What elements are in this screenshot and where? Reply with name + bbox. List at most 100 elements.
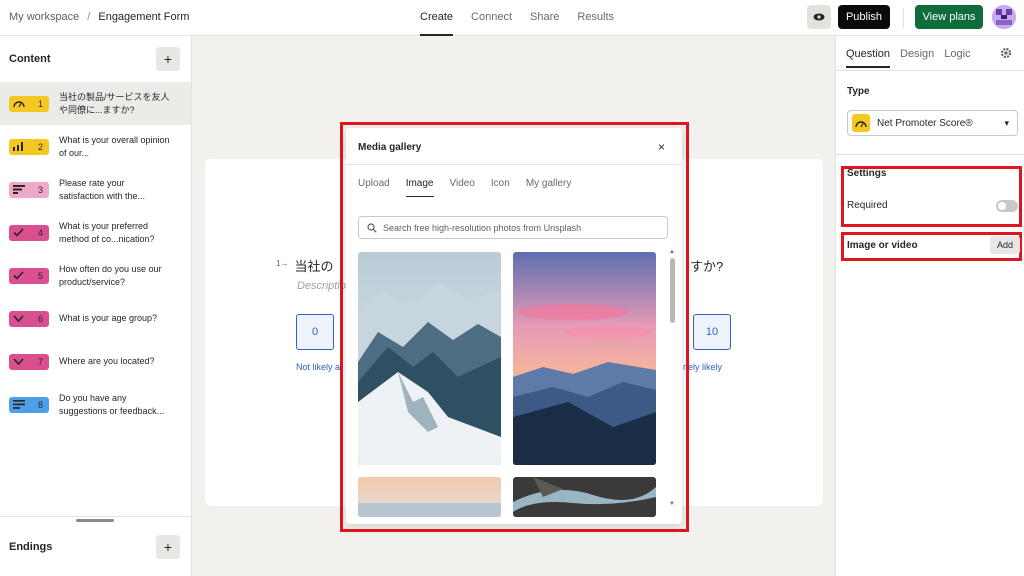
sidebar-item-3[interactable]: 3 Please rate your satisfaction with the…	[0, 168, 191, 211]
question-type-badge: 7	[9, 353, 49, 370]
nps-option-0[interactable]: 0	[296, 314, 334, 350]
add-question-button[interactable]: +	[156, 47, 180, 71]
endings-section: Endings +	[0, 516, 191, 576]
question-type-badge: 1	[9, 95, 49, 112]
question-label: 当社の製品/サービスを友人や同僚に...ますか?	[59, 91, 170, 115]
check-icon	[13, 271, 24, 280]
tab-create[interactable]: Create	[420, 0, 454, 36]
settings-panel: Question Design Logic Type Net Promoter …	[835, 36, 1024, 576]
question-title[interactable]: 1→ 当社の	[276, 256, 333, 275]
question-number: 1	[37, 98, 43, 109]
publish-button[interactable]: Publish	[838, 5, 890, 29]
modal-divider	[346, 164, 682, 165]
chevron-down-icon	[13, 358, 24, 366]
check-icon	[13, 228, 24, 237]
question-type-badge: 5	[9, 267, 49, 284]
preview-button[interactable]	[807, 5, 831, 29]
scroll-up-icon[interactable]: ▲	[669, 249, 675, 255]
tab-question[interactable]: Question	[846, 48, 891, 68]
question-number: 6	[37, 313, 43, 324]
photo-aerial-landscape[interactable]	[513, 477, 656, 517]
add-ending-button[interactable]: +	[156, 534, 180, 559]
unsplash-search-input[interactable]: Search free high-resolution photos from …	[358, 216, 668, 239]
gauge-icon	[13, 101, 25, 108]
tab-upload[interactable]: Upload	[358, 178, 390, 197]
image-video-label: Image or video	[847, 240, 918, 251]
panel-tabs: Question Design Logic	[846, 48, 971, 68]
settings-label: Settings	[847, 168, 887, 179]
nps-label-left: Not likely at	[296, 362, 343, 372]
question-label: How often do you use our product/service…	[59, 263, 162, 287]
question-label: Where are you located?	[59, 356, 155, 366]
tab-design[interactable]: Design	[900, 48, 934, 68]
scrollbar-thumb[interactable]	[670, 258, 675, 323]
sidebar-item-5[interactable]: 5 How often do you use our product/servi…	[0, 254, 191, 297]
photo-snowy-mountains[interactable]	[358, 252, 501, 465]
gauge-icon	[852, 114, 870, 132]
photo-sunset-mountains[interactable]	[513, 252, 656, 465]
question-number: 8	[37, 399, 43, 410]
tab-video[interactable]: Video	[450, 178, 475, 197]
panel-divider	[836, 154, 1024, 155]
breadcrumb-separator: /	[87, 11, 91, 23]
main-tabs: Create Connect Share Results	[420, 0, 614, 36]
scroll-down-icon[interactable]: ▼	[669, 501, 675, 507]
breadcrumb-form[interactable]: Engagement Form	[98, 11, 189, 23]
tab-logic[interactable]: Logic	[944, 48, 970, 68]
question-text-start: 当社の	[294, 259, 334, 274]
content-sidebar: Content + 1 当社の製品/サービスを友人や同僚に...ますか? 2 W…	[0, 36, 192, 576]
breadcrumb-workspace[interactable]: My workspace	[9, 11, 79, 23]
gear-icon[interactable]	[1000, 47, 1012, 59]
question-type-badge: 6	[9, 310, 49, 327]
header-divider	[903, 8, 904, 28]
photo-pastel-horizon[interactable]	[358, 477, 501, 517]
eye-icon	[813, 13, 825, 21]
question-label: What is your age group?	[59, 313, 158, 323]
question-number: 2	[37, 141, 43, 152]
question-text-end: すか?	[690, 259, 724, 274]
question-type-badge: 4	[9, 224, 49, 241]
tab-results[interactable]: Results	[577, 0, 614, 36]
sidebar-item-7[interactable]: 7 Where are you located?	[0, 340, 191, 383]
endings-title: Endings	[9, 540, 53, 553]
search-placeholder: Search free high-resolution photos from …	[383, 222, 582, 233]
tab-icon[interactable]: Icon	[491, 178, 510, 197]
close-icon[interactable]: ×	[658, 140, 665, 154]
content-header: Content +	[0, 36, 191, 82]
tab-image[interactable]: Image	[405, 178, 434, 197]
question-description[interactable]: Descriptio	[297, 280, 346, 292]
content-title: Content	[9, 53, 51, 65]
question-number: 4	[37, 227, 43, 238]
media-gallery-modal: Media gallery × Upload Image Video Icon …	[346, 128, 682, 524]
required-toggle[interactable]	[996, 200, 1018, 212]
type-label: Type	[847, 86, 870, 97]
panel-divider	[836, 70, 1024, 71]
question-label: What is your overall opinion of our...	[59, 134, 170, 158]
tab-my-gallery[interactable]: My gallery	[526, 178, 572, 197]
tab-share[interactable]: Share	[530, 0, 559, 36]
question-number: 1→	[276, 259, 289, 268]
long-text-icon	[13, 400, 25, 409]
question-type-badge: 8	[9, 396, 49, 413]
tab-connect[interactable]: Connect	[471, 0, 512, 36]
sidebar-item-2[interactable]: 2 What is your overall opinion of our...	[0, 125, 191, 168]
chevron-down-icon: ▾	[1004, 117, 1009, 128]
sidebar-item-8[interactable]: 8 Do you have any suggestions or feedbac…	[0, 383, 191, 426]
media-tabs: Upload Image Video Icon My gallery	[358, 178, 571, 197]
question-type-select[interactable]: Net Promoter Score® ▾	[847, 110, 1018, 136]
question-label: What is your preferred method of co...ni…	[59, 220, 155, 244]
search-icon	[367, 222, 377, 233]
add-media-button[interactable]: Add	[990, 236, 1020, 254]
sidebar-item-4[interactable]: 4 What is your preferred method of co...…	[0, 211, 191, 254]
breadcrumb: My workspace / Engagement Form	[9, 11, 189, 23]
question-type-badge: 2	[9, 138, 49, 155]
plus-icon: +	[163, 538, 173, 555]
question-type-badge: 3	[9, 181, 49, 198]
question-label: Do you have any suggestions or feedback.…	[59, 392, 165, 416]
sidebar-item-6[interactable]: 6 What is your age group?	[0, 297, 191, 340]
view-plans-button[interactable]: View plans	[915, 5, 983, 29]
nps-option-10[interactable]: 10	[693, 314, 731, 350]
avatar[interactable]	[992, 5, 1016, 29]
required-label: Required	[847, 200, 888, 211]
sidebar-item-1[interactable]: 1 当社の製品/サービスを友人や同僚に...ますか?	[0, 82, 191, 125]
